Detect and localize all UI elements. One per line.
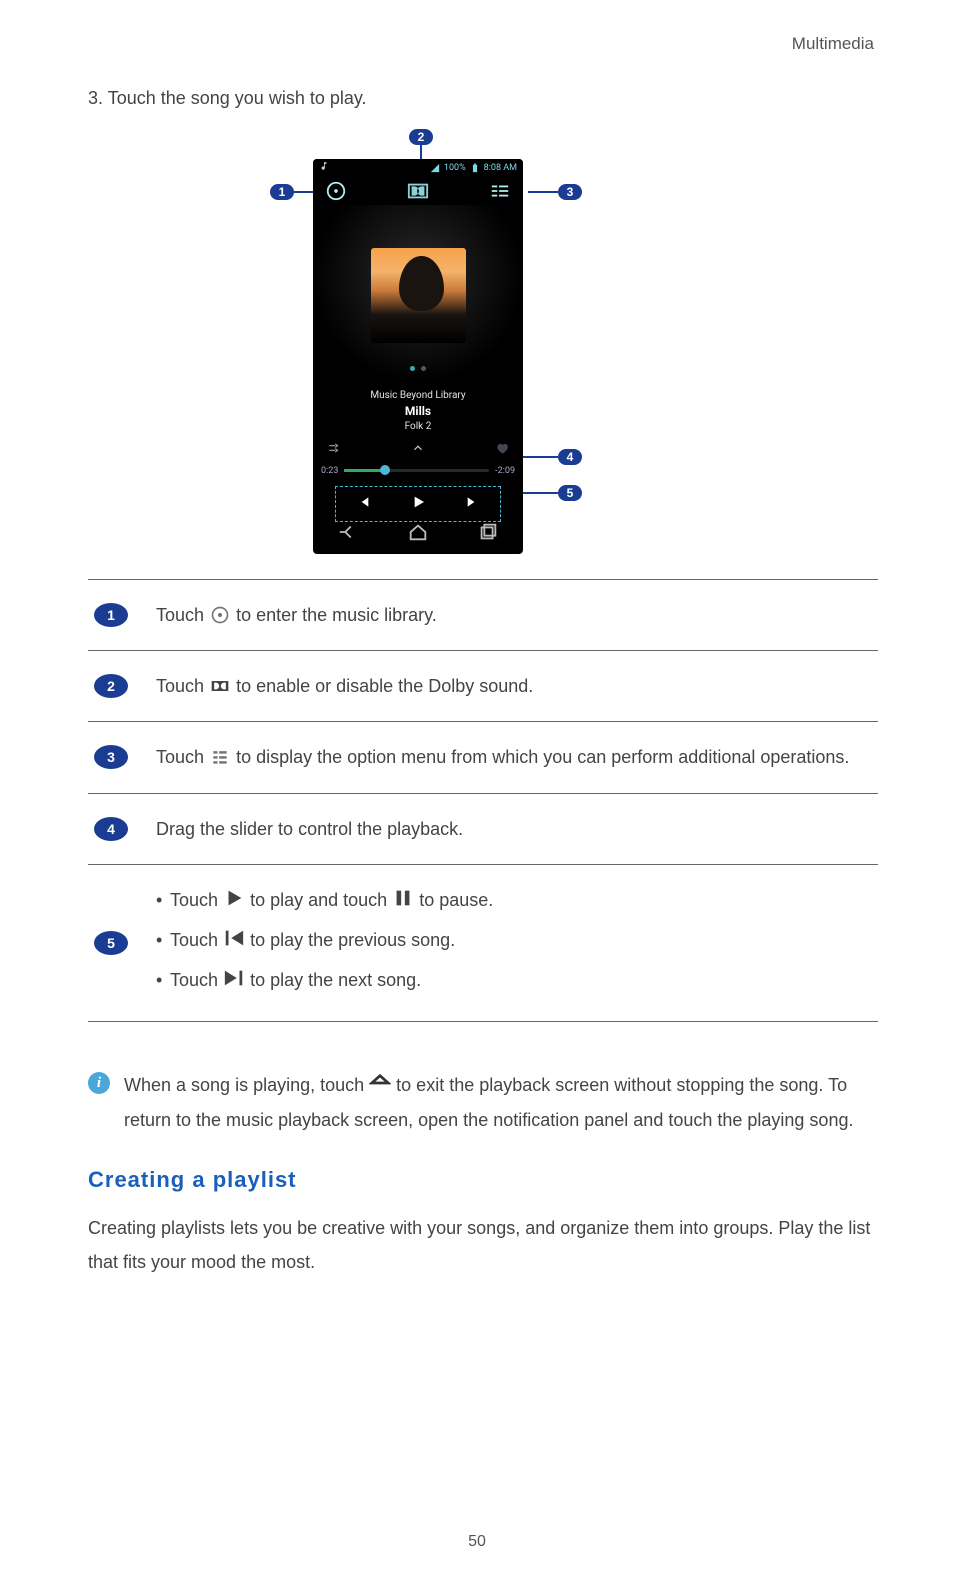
music-notif-icon bbox=[319, 161, 329, 174]
dolby-button[interactable] bbox=[407, 180, 429, 202]
legend-badge-1: 1 bbox=[94, 603, 128, 627]
legend-3-pre: Touch bbox=[156, 747, 209, 767]
album-art bbox=[371, 248, 466, 343]
play-icon bbox=[223, 887, 245, 909]
signal-icon bbox=[430, 163, 440, 173]
legend-row-1: 1 Touch to enter the music library. bbox=[88, 579, 878, 650]
home-icon bbox=[369, 1072, 391, 1094]
legend-5-line3: Touch to play the next song. bbox=[156, 963, 872, 997]
step-line: 3. Touch the song you wish to play. bbox=[88, 88, 878, 109]
legend-row-5: 5 Touch to play and touch to pause. bbox=[88, 864, 878, 1023]
section-body: Creating playlists lets you be creative … bbox=[88, 1211, 878, 1279]
legend-table: 1 Touch to enter the music library. 2 To… bbox=[88, 579, 878, 1022]
elapsed-time: 0:23 bbox=[321, 466, 338, 476]
callout-2-badge: 2 bbox=[409, 129, 433, 145]
remaining-time: -2:09 bbox=[495, 466, 515, 476]
album-art-area bbox=[313, 205, 523, 385]
callout-4-badge: 4 bbox=[558, 449, 582, 465]
legend-badge-4: 4 bbox=[94, 817, 128, 841]
legend-badge-3: 3 bbox=[94, 745, 128, 769]
l5l1c: to pause. bbox=[419, 890, 493, 910]
song-meta: Music Beyond Library Mills Folk 2 bbox=[313, 389, 523, 434]
page-header: Multimedia bbox=[792, 34, 874, 54]
legend-row-4: 4 Drag the slider to control the playbac… bbox=[88, 793, 878, 864]
player-toolbar bbox=[313, 177, 523, 205]
seek-bar[interactable] bbox=[344, 469, 489, 472]
page-dot bbox=[421, 366, 426, 371]
callout-1-badge: 1 bbox=[270, 184, 294, 200]
page-number: 50 bbox=[0, 1533, 954, 1551]
l5l1a: Touch bbox=[170, 890, 223, 910]
l5l3b: to play the next song. bbox=[250, 970, 421, 990]
l5l3a: Touch bbox=[170, 970, 223, 990]
caret-up-icon[interactable] bbox=[411, 441, 425, 458]
album-label: Music Beyond Library bbox=[313, 389, 523, 403]
seek-thumb[interactable] bbox=[380, 465, 390, 475]
legend-4-text: Drag the slider to control the playback. bbox=[156, 812, 872, 846]
legend-2-post: to enable or disable the Dolby sound. bbox=[236, 676, 533, 696]
legend-2-pre: Touch bbox=[156, 676, 209, 696]
info-text-a: When a song is playing, touch bbox=[124, 1075, 369, 1095]
android-nav-bar bbox=[313, 514, 523, 554]
l5l1b: to play and touch bbox=[250, 890, 392, 910]
l5l2b: to play the previous song. bbox=[250, 930, 455, 950]
next-icon bbox=[223, 967, 245, 989]
pause-icon bbox=[392, 887, 414, 909]
legend-5-line1: Touch to play and touch to pause. bbox=[156, 883, 872, 917]
page-dot-active bbox=[410, 366, 415, 371]
legend-badge-5: 5 bbox=[94, 931, 128, 955]
legend-1-post: to enter the music library. bbox=[236, 605, 437, 625]
favorite-icon[interactable] bbox=[495, 441, 509, 458]
l5l2a: Touch bbox=[170, 930, 223, 950]
status-bar: 100% 8:08 AM bbox=[313, 159, 523, 177]
phone-mockup: 100% 8:08 AM bbox=[313, 159, 523, 554]
step-text: Touch the song you wish to play. bbox=[108, 88, 367, 108]
song-title: Mills bbox=[313, 403, 523, 420]
legend-3-post: to display the option menu from which yo… bbox=[236, 747, 849, 767]
music-library-button[interactable] bbox=[325, 180, 347, 202]
play-button[interactable] bbox=[410, 494, 426, 514]
callout-5-badge: 5 bbox=[558, 485, 582, 501]
callout-3-badge: 3 bbox=[558, 184, 582, 200]
info-icon: i bbox=[88, 1072, 110, 1094]
step-number: 3. bbox=[88, 88, 103, 108]
battery-level: 100% bbox=[444, 163, 466, 173]
options-menu-button[interactable] bbox=[489, 180, 511, 202]
legend-5-line2: Touch to play the previous song. bbox=[156, 923, 872, 957]
section-heading: Creating a playlist bbox=[88, 1167, 878, 1193]
legend-row-3: 3 Touch to display the option menu from … bbox=[88, 721, 878, 792]
home-nav-icon[interactable] bbox=[407, 521, 429, 547]
status-time: 8:08 AM bbox=[484, 163, 517, 173]
seek-bar-row: 0:23 -2:09 bbox=[313, 460, 523, 482]
legend-row-2: 2 Touch to enable or disable the Dolby s… bbox=[88, 650, 878, 721]
phone-screenshot-area: 2 1 3 4 5 100% bbox=[88, 139, 878, 559]
info-block: i When a song is playing, touch to exit … bbox=[88, 1068, 878, 1136]
library-icon bbox=[209, 604, 231, 626]
legend-badge-2: 2 bbox=[94, 674, 128, 698]
next-button[interactable] bbox=[465, 494, 481, 514]
shuffle-icon[interactable] bbox=[327, 441, 341, 458]
previous-icon bbox=[223, 927, 245, 949]
back-nav-icon[interactable] bbox=[337, 521, 359, 547]
artist-label: Folk 2 bbox=[313, 420, 523, 434]
callout-4: 4 bbox=[518, 449, 582, 465]
recent-nav-icon[interactable] bbox=[477, 521, 499, 547]
prev-button[interactable] bbox=[355, 494, 371, 514]
battery-icon bbox=[470, 163, 480, 173]
dolby-icon bbox=[209, 675, 231, 697]
player-small-row bbox=[313, 440, 523, 460]
menu-icon bbox=[209, 746, 231, 768]
callout-3: 3 bbox=[528, 184, 582, 200]
legend-1-pre: Touch bbox=[156, 605, 209, 625]
